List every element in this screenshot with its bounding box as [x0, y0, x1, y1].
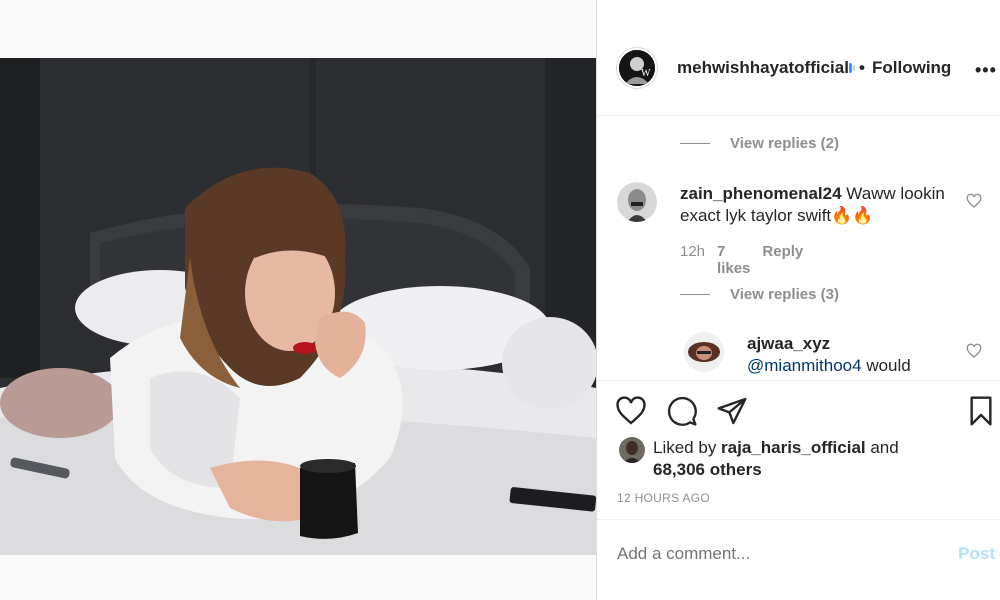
liker-avatar[interactable] — [619, 437, 645, 463]
comment-text: ajwaa_xyz @mianmithoo4 would — [747, 333, 967, 377]
liked-by-text: Liked by raja_haris_official and 68,306 … — [653, 437, 953, 481]
header-separator: • — [859, 58, 865, 77]
following-button[interactable]: Following — [872, 58, 951, 78]
view-replies-label: View replies (2) — [730, 135, 839, 152]
liker-username[interactable]: raja_haris_official — [721, 438, 866, 457]
svg-text:W: W — [641, 68, 651, 79]
post-actions: Liked by raja_haris_official and 68,306 … — [597, 380, 1000, 520]
commenter-avatar[interactable] — [617, 182, 657, 222]
view-replies-button[interactable]: View replies (3) — [680, 286, 839, 303]
comment-bubble-icon[interactable] — [666, 395, 698, 427]
more-options-icon[interactable]: ••• — [975, 60, 997, 81]
verified-badge-icon — [849, 61, 856, 75]
like-heart-icon[interactable] — [615, 395, 647, 427]
commenter-username[interactable]: zain_phenomenal24 — [680, 184, 842, 203]
view-replies-button[interactable]: View replies (2) — [680, 135, 839, 152]
save-bookmark-icon[interactable] — [965, 395, 997, 427]
post-comment-button[interactable]: Post — [958, 544, 995, 564]
liked-by-summary: Liked by raja_haris_official and 68,306 … — [619, 437, 953, 481]
post-header: W mehwishhayatofficial • Following ••• — [597, 0, 1000, 116]
post-image[interactable] — [0, 58, 596, 555]
author-avatar[interactable]: W — [617, 48, 657, 88]
share-paper-plane-icon[interactable] — [716, 395, 748, 427]
divider-line — [680, 143, 710, 144]
reply-button[interactable]: Reply — [762, 243, 803, 277]
likes-count[interactable]: 68,306 others — [653, 460, 762, 479]
post-side-panel: W mehwishhayatofficial • Following ••• V… — [596, 0, 1000, 600]
post-timestamp[interactable]: 12 HOURS AGO — [617, 491, 710, 505]
comment-time[interactable]: 12h — [680, 243, 705, 277]
photo-pane — [0, 0, 596, 600]
comment-text: zain_phenomenal24 Waww lookin exact lyk … — [680, 183, 960, 227]
author-username[interactable]: mehwishhayatofficial — [677, 58, 849, 78]
commenter-avatar[interactable] — [684, 332, 724, 372]
divider-line — [680, 294, 710, 295]
mention-link[interactable]: @mianmithoo4 — [747, 356, 862, 375]
comment-like-heart-icon[interactable] — [966, 193, 982, 209]
add-comment-bar: Post — [597, 519, 1000, 600]
comment-meta: 12h 7 likes Reply — [680, 243, 803, 277]
liked-by-prefix: Liked by — [653, 438, 722, 457]
commenter-username[interactable]: ajwaa_xyz — [747, 334, 830, 353]
comment-body: would — [861, 356, 911, 375]
comments-list: View replies (2) zain_phenomenal24 Waww … — [597, 117, 1000, 379]
liked-by-middle: and — [865, 438, 899, 457]
comment-like-heart-icon[interactable] — [966, 343, 982, 359]
view-replies-label: View replies (3) — [730, 286, 839, 303]
comment-likes[interactable]: 7 likes — [717, 243, 750, 277]
add-comment-input[interactable] — [617, 544, 917, 564]
